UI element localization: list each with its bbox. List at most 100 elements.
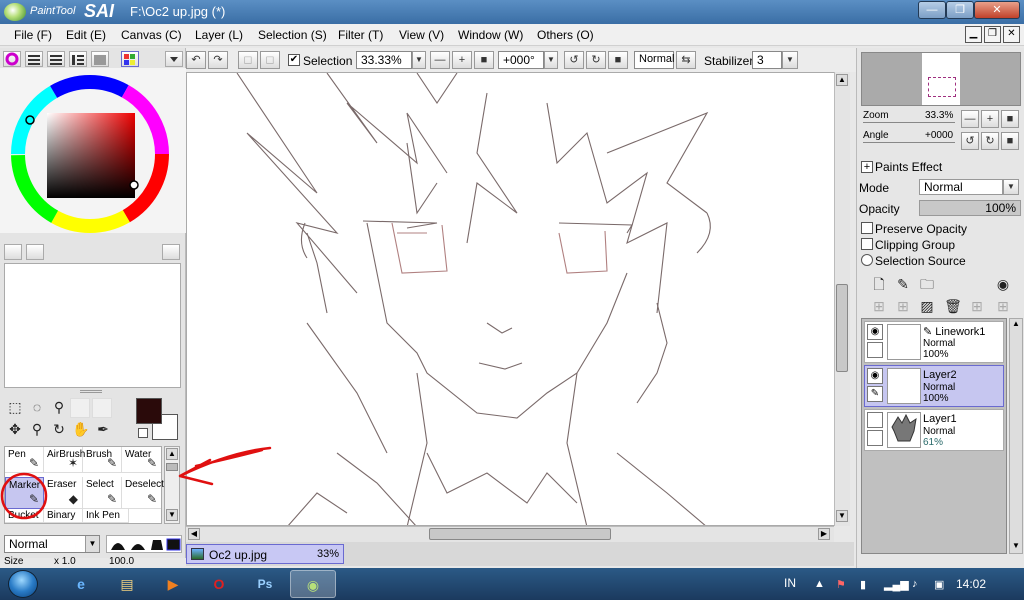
tool-ink-pen[interactable]: Ink Pen	[83, 509, 129, 523]
tool-water[interactable]: Water ✎	[122, 447, 161, 473]
photoshop-icon[interactable]: Ps	[244, 570, 286, 598]
rect-select-icon[interactable]: ⬚	[6, 398, 24, 416]
nav-rotate-right-button[interactable]: ↻	[981, 132, 999, 150]
angle-field[interactable]: +000°	[498, 51, 544, 69]
brush-blend-mode-select[interactable]: Normal ▼	[4, 535, 100, 553]
layer-mask-icon[interactable]: ◉	[993, 274, 1013, 294]
layer-row[interactable]: ◉ ✎ Layer2 Normal 100%	[864, 365, 1004, 407]
scroll-thumb[interactable]	[166, 463, 178, 471]
internet-explorer-icon[interactable]: e	[60, 570, 102, 598]
layer-row[interactable]: Layer1 Normal 61%	[864, 409, 1004, 451]
brush-size-row[interactable]: Size x 1.0 100.0	[4, 556, 184, 564]
minimize-button[interactable]: —	[918, 1, 946, 19]
menu-filter[interactable]: Filter (T)	[338, 28, 383, 42]
swap-colors-icon[interactable]	[138, 428, 148, 438]
layer-row[interactable]: ◉ ✎ Linework1 Normal 100%	[864, 321, 1004, 363]
expand-plus-icon[interactable]: +	[861, 161, 873, 173]
move-icon[interactable]: ✥	[6, 420, 24, 438]
layer-lock-slot[interactable]	[867, 342, 883, 358]
eye-icon[interactable]: ◉	[867, 368, 883, 384]
rgb-slider-mode-icon[interactable]	[25, 51, 43, 67]
zoom-reset-button[interactable]: ■	[474, 51, 494, 69]
scroll-up-icon[interactable]: ▲	[836, 74, 848, 86]
device-icon[interactable]: ▣	[934, 578, 944, 591]
color-wheel[interactable]	[0, 68, 186, 233]
mdi-restore-button[interactable]: ❐	[984, 26, 1001, 43]
stabilizer-field[interactable]: 3	[752, 51, 782, 69]
navigator-viewport[interactable]	[928, 77, 956, 97]
scroll-down-icon[interactable]: ▼	[166, 509, 178, 521]
scroll-up-icon[interactable]: ▲	[166, 448, 178, 460]
scroll-down-icon[interactable]: ▼	[836, 510, 848, 522]
start-button[interactable]	[2, 568, 46, 600]
scroll-up-icon[interactable]: ▲	[1010, 319, 1022, 331]
angle-dropdown-icon[interactable]: ▼	[544, 51, 558, 69]
scroll-right-icon[interactable]: ▶	[818, 528, 830, 540]
layer-scrollbar[interactable]: ▲ ▼	[1009, 318, 1023, 554]
undo-icon[interactable]	[4, 244, 22, 260]
merge-down-icon[interactable]: ⊞	[967, 296, 987, 316]
redo-button[interactable]: ↷	[208, 51, 228, 69]
battery-icon[interactable]: ▮	[860, 578, 866, 591]
lasso-icon[interactable]: ◌	[28, 398, 46, 416]
volume-icon[interactable]: ♪	[912, 578, 918, 590]
menu-view[interactable]: View (V)	[399, 28, 444, 42]
scratchpad-mode-icon[interactable]	[121, 51, 139, 67]
merge-layer-icon[interactable]: ⊞	[893, 296, 913, 316]
hand-icon[interactable]: ✋	[72, 420, 90, 438]
deselect-button[interactable]: ◻	[238, 51, 258, 69]
zoom-in-button[interactable]: +	[452, 51, 472, 69]
tray-expand-icon[interactable]: ▲	[814, 578, 825, 590]
menu-edit[interactable]: Edit (E)	[66, 28, 106, 42]
clipping-group-checkbox[interactable]	[861, 238, 873, 250]
pencil-icon[interactable]: ✎	[867, 386, 883, 402]
mode-dropdown-icon[interactable]: ▼	[1003, 179, 1019, 195]
color-scratchpad[interactable]	[4, 263, 181, 388]
vertical-scroll-thumb[interactable]	[836, 284, 848, 372]
stabilizer-dropdown-icon[interactable]: ▼	[782, 51, 798, 69]
nav-zoom-in-button[interactable]: +	[981, 110, 999, 128]
angle-slider[interactable]	[863, 142, 955, 143]
tool-scrollbar[interactable]: ▲ ▼	[164, 446, 180, 524]
delete-layer-icon[interactable]: 🗑	[943, 296, 963, 316]
color-wheel-mode-icon[interactable]	[3, 51, 21, 67]
restore-button[interactable]: ❐	[946, 1, 974, 19]
tool-select[interactable]: Select ✎	[83, 477, 122, 509]
opera-icon[interactable]: O	[198, 570, 240, 598]
menu-layer[interactable]: Layer (L)	[195, 28, 243, 42]
paints-effect-header[interactable]: Paints Effect	[875, 160, 942, 174]
tool-brush[interactable]: Brush ✎	[83, 447, 122, 473]
tool-bucket[interactable]: Bucket	[5, 509, 44, 523]
clear-layer-icon[interactable]: ▨	[917, 296, 937, 316]
language-indicator[interactable]: IN	[784, 576, 796, 590]
flip-canvas-button[interactable]: ⇆	[676, 51, 696, 69]
canvas-horizontal-scrollbar[interactable]: ◀ ▶	[186, 526, 834, 542]
preserve-opacity-checkbox[interactable]	[861, 222, 873, 234]
scratchpad-toggle-icon[interactable]	[162, 244, 180, 260]
tool-deselect[interactable]: Deselect ✎	[122, 477, 164, 509]
document-tab[interactable]: Oc2 up.jpg 33%	[186, 544, 344, 564]
primary-color-swatch[interactable]	[136, 398, 162, 424]
tool-pen[interactable]: Pen ✎	[5, 447, 44, 473]
eye-icon[interactable]: ◉	[867, 324, 883, 340]
file-explorer-icon[interactable]: ▤	[106, 570, 148, 598]
new-linework-layer-icon[interactable]: ✎	[893, 274, 913, 294]
hsv-slider-mode-icon[interactable]	[47, 51, 65, 67]
network-icon[interactable]: ▂▄▆	[884, 578, 909, 591]
close-button[interactable]: ✕	[974, 1, 1020, 19]
menu-selection[interactable]: Selection (S)	[258, 28, 327, 42]
tool-binary[interactable]: Binary	[44, 509, 83, 523]
horizontal-scroll-thumb[interactable]	[429, 528, 611, 540]
drawing-canvas[interactable]	[186, 72, 836, 526]
view-blend-field[interactable]: Normal	[634, 51, 674, 69]
selection-checkbox[interactable]: ✔	[288, 54, 300, 66]
navigator-preview[interactable]	[861, 52, 1021, 106]
opacity-slider[interactable]: 100%	[919, 200, 1021, 216]
selection-source-radio[interactable]	[861, 254, 873, 266]
panel-splitter[interactable]	[80, 390, 102, 393]
nav-rotate-left-button[interactable]: ↺	[961, 132, 979, 150]
rotate-left-button[interactable]: ↺	[564, 51, 584, 69]
menu-window[interactable]: Window (W)	[458, 28, 523, 42]
rotate-icon[interactable]: ↻	[50, 420, 68, 438]
nav-zoom-out-button[interactable]: —	[961, 110, 979, 128]
